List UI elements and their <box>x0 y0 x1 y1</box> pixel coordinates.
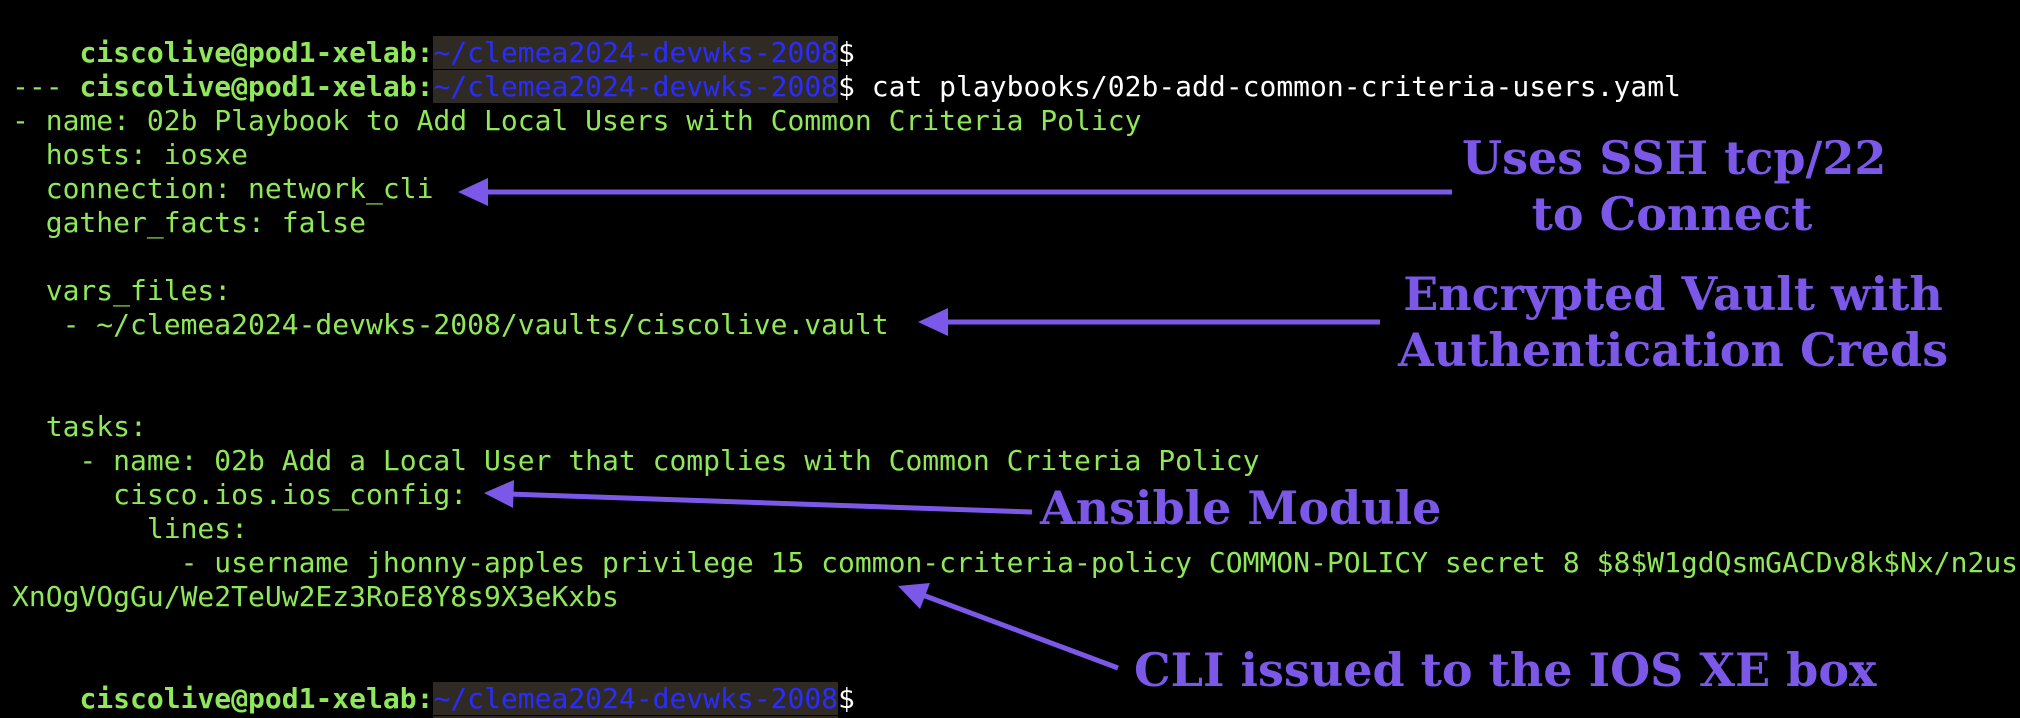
annotation-cli: CLI issued to the IOS XE box <box>1134 643 1877 697</box>
prompt-line: ciscolive@pod1-xelab:~/clemea2024-devwks… <box>12 648 855 715</box>
yaml-line: cisco.ios.ios_config: <box>12 478 468 511</box>
yaml-line: XnOgVOgGu/We2TeUw2Ez3RoE8Y8s9X3eKxbs <box>12 580 619 613</box>
arrowhead-module <box>484 480 514 508</box>
arrowhead-vault <box>918 308 948 336</box>
command-line: ciscolive@pod1-xelab:~/clemea2024-devwks… <box>12 36 1681 103</box>
yaml-line: --- <box>12 70 63 103</box>
yaml-line: gather_facts: false <box>12 206 367 239</box>
arrow-module <box>507 491 1033 515</box>
command-text: cat playbooks/02b-add-common-criteria-us… <box>854 70 1681 103</box>
yaml-line: lines: <box>12 512 249 545</box>
annotation-module: Ansible Module <box>1040 481 1442 535</box>
arrowhead-cli <box>898 583 930 609</box>
yaml-line: hosts: iosxe <box>12 138 249 171</box>
prompt-line: ciscolive@pod1-xelab:~/clemea2024-devwks… <box>12 2 855 69</box>
annotation-ssh: Uses SSH tcp/22 to Connect <box>1462 131 1887 241</box>
prompt-path: ~/clemea2024-devwks-2008 <box>433 70 839 103</box>
terminal-window[interactable]: ciscolive@pod1-xelab:~/clemea2024-devwks… <box>0 0 2020 718</box>
prompt-line: ciscolive@pod1-xelab:~/clemea2024-devwks… <box>12 682 855 718</box>
yaml-line: - name: 02b Add a Local User that compli… <box>12 444 1260 477</box>
arrowhead-ssh <box>458 178 488 206</box>
yaml-line: vars_files: <box>12 274 232 307</box>
prompt-sign: $ <box>838 70 855 103</box>
annotation-vault: Encrypted Vault with Authentication Cred… <box>1398 267 1949 377</box>
yaml-line: connection: network_cli <box>12 172 434 205</box>
arrow-cli <box>919 591 1119 671</box>
yaml-line: - ~/clemea2024-devwks-2008/vaults/ciscol… <box>12 308 889 341</box>
yaml-line: - username jhonny-apples privilege 15 co… <box>12 546 2019 579</box>
prompt-user: ciscolive@pod1-xelab: <box>79 70 434 103</box>
yaml-line: - name: 02b Playbook to Add Local Users … <box>12 104 1142 137</box>
yaml-line: tasks: <box>12 410 147 443</box>
